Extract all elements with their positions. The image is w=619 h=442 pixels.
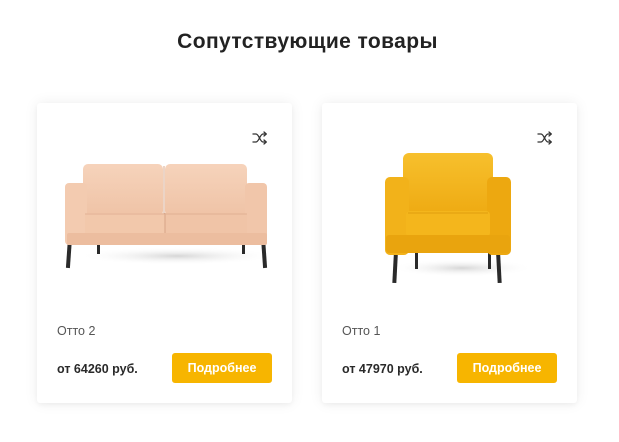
section-title: Сопутствующие товары — [177, 30, 438, 53]
product-name[interactable]: Отто 2 — [57, 324, 95, 338]
product-image-armchair[interactable] — [322, 143, 577, 288]
product-image-sofa[interactable] — [37, 143, 292, 288]
product-price: от 64260 руб. — [57, 362, 138, 376]
product-card[interactable]: Отто 2 от 64260 руб. Подробнее — [37, 103, 292, 403]
details-button[interactable]: Подробнее — [457, 353, 557, 383]
product-name[interactable]: Отто 1 — [342, 324, 380, 338]
product-card[interactable]: Отто 1 от 47970 руб. Подробнее — [322, 103, 577, 403]
details-button[interactable]: Подробнее — [172, 353, 272, 383]
product-price: от 47970 руб. — [342, 362, 423, 376]
related-products-section: Сопутствующие товары Отто 2 от 64260 руб… — [0, 0, 619, 442]
